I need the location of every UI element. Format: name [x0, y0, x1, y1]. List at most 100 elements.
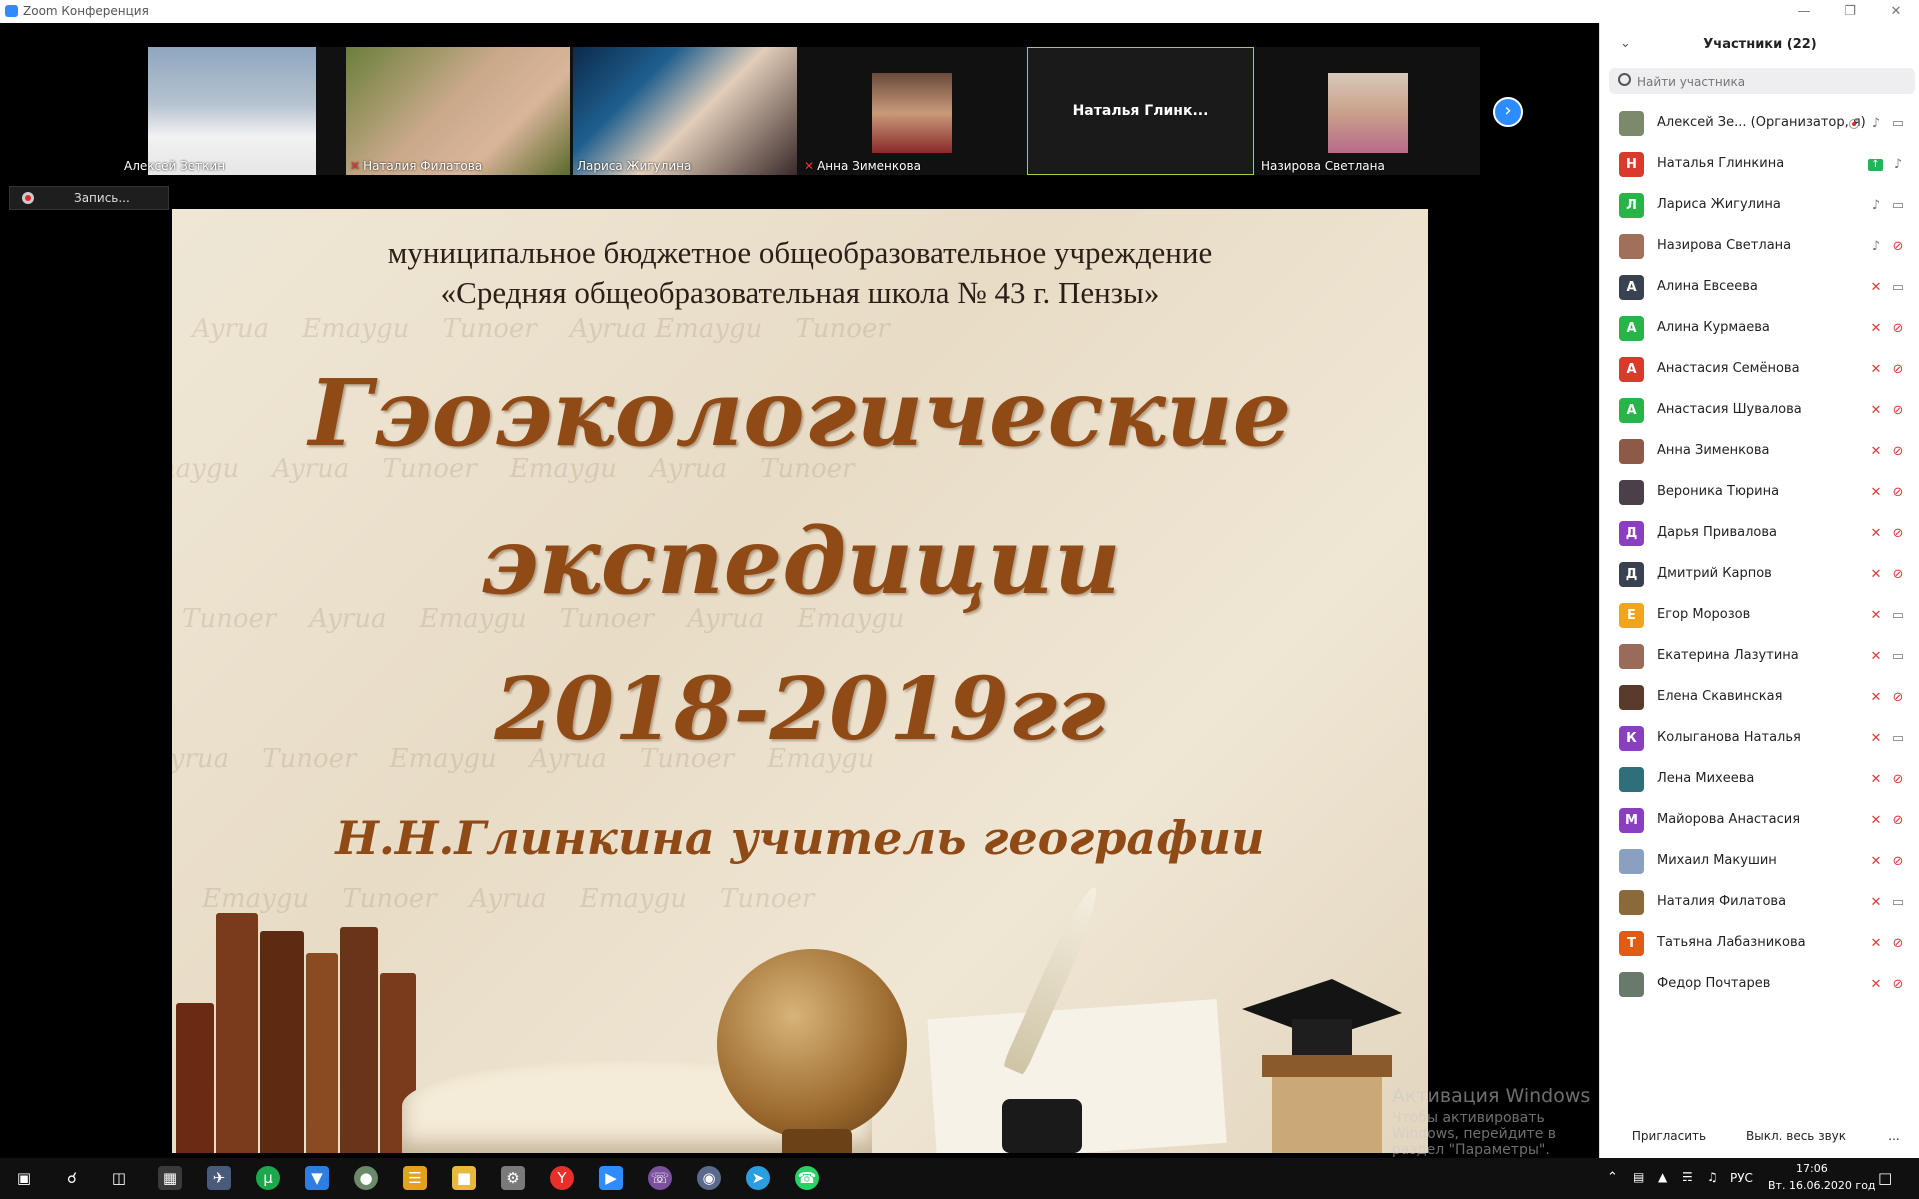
- torrent-icon[interactable]: µ: [256, 1166, 280, 1190]
- participant-row[interactable]: Наталия Филатова ✕ ▭: [1600, 882, 1919, 923]
- microphone-muted-icon[interactable]: ✕: [1868, 608, 1884, 624]
- video-camera-icon[interactable]: ▭: [1890, 649, 1906, 665]
- participant-row[interactable]: М Майорова Анастасия ✕ ⊘: [1600, 800, 1919, 841]
- microphone-icon[interactable]: ♪: [1890, 157, 1906, 173]
- layers-icon[interactable]: ☰: [403, 1166, 427, 1190]
- video-tile[interactable]: ✕ Наталия Филатова: [346, 47, 570, 175]
- telegram-icon[interactable]: ➤: [746, 1166, 770, 1190]
- app-icon[interactable]: ▼: [305, 1166, 329, 1190]
- video-tile-active-speaker[interactable]: Наталья Глинк...: [1027, 47, 1254, 175]
- participant-search-input[interactable]: [1635, 71, 1909, 92]
- video-tile[interactable]: Назирова Светлана: [1257, 47, 1480, 175]
- participant-row[interactable]: Д Дарья Привалова ✕ ⊘: [1600, 513, 1919, 554]
- video-off-icon[interactable]: ⊘: [1890, 813, 1906, 829]
- microphone-muted-icon[interactable]: ✕: [1868, 280, 1884, 296]
- participant-row[interactable]: Михаил Макушин ✕ ⊘: [1600, 841, 1919, 882]
- viber-icon[interactable]: ☏: [648, 1166, 672, 1190]
- video-off-icon[interactable]: ⊘: [1890, 239, 1906, 255]
- participant-row[interactable]: К Колыганова Наталья ✕ ▭: [1600, 718, 1919, 759]
- zoom-icon[interactable]: ▶: [599, 1166, 623, 1190]
- video-off-icon[interactable]: ⊘: [1890, 362, 1906, 378]
- whatsapp-icon[interactable]: ☎: [795, 1166, 819, 1190]
- windows-start-icon[interactable]: ▣: [12, 1166, 36, 1190]
- participant-row[interactable]: А Алина Евсеева ✕ ▭: [1600, 267, 1919, 308]
- microphone-muted-icon[interactable]: ✕: [1868, 936, 1884, 952]
- microphone-muted-icon[interactable]: ✕: [1868, 813, 1884, 829]
- video-off-icon[interactable]: ⊘: [1890, 526, 1906, 542]
- restore-button[interactable]: ❐: [1827, 2, 1873, 21]
- mute-all-button[interactable]: Выкл. весь звук: [1745, 1122, 1847, 1150]
- video-camera-icon[interactable]: ▭: [1890, 280, 1906, 296]
- microphone-muted-icon[interactable]: ✕: [1868, 444, 1884, 460]
- tray-chevron-icon[interactable]: ⌃: [1607, 1170, 1618, 1185]
- video-tile[interactable]: ✕ Анна Зименкова: [800, 47, 1024, 175]
- microphone-muted-icon[interactable]: ✕: [1868, 649, 1884, 665]
- microphone-muted-icon[interactable]: ✕: [1868, 690, 1884, 706]
- network-icon[interactable]: ▲: [1658, 1170, 1667, 1184]
- microphone-muted-icon[interactable]: ✕: [1868, 567, 1884, 583]
- microphone-icon[interactable]: ♪: [1868, 198, 1884, 214]
- invite-button[interactable]: Пригласить: [1628, 1122, 1710, 1150]
- recording-indicator[interactable]: Запись...: [9, 186, 169, 210]
- video-off-icon[interactable]: ⊘: [1890, 321, 1906, 337]
- participant-row[interactable]: Вероника Тюрина ✕ ⊘: [1600, 472, 1919, 513]
- minimize-button[interactable]: —: [1781, 2, 1827, 21]
- participant-row[interactable]: Л Лариса Жигулина ♪ ▭: [1600, 185, 1919, 226]
- video-camera-icon[interactable]: ▭: [1890, 116, 1906, 132]
- yandex-browser-icon[interactable]: Y: [550, 1166, 574, 1190]
- clock-time[interactable]: 17:06: [1796, 1162, 1828, 1175]
- microphone-muted-icon[interactable]: ✕: [1868, 854, 1884, 870]
- video-off-icon[interactable]: ⊘: [1890, 567, 1906, 583]
- participant-row[interactable]: Д Дмитрий Карпов ✕ ⊘: [1600, 554, 1919, 595]
- participant-row[interactable]: Н Наталья Глинкина ↑ ♪: [1600, 144, 1919, 185]
- app-icon[interactable]: ⚙: [501, 1166, 525, 1190]
- microphone-muted-icon[interactable]: ✕: [1868, 362, 1884, 378]
- participant-row[interactable]: Алексей Зе... (Организатор, я) ♪ ▭: [1600, 103, 1919, 144]
- video-off-icon[interactable]: ⊘: [1890, 936, 1906, 952]
- video-camera-icon[interactable]: ▭: [1890, 198, 1906, 214]
- app-icon[interactable]: ✈: [207, 1166, 231, 1190]
- video-camera-icon[interactable]: ▭: [1890, 895, 1906, 911]
- microphone-icon[interactable]: ♪: [1868, 116, 1884, 132]
- participant-row[interactable]: А Алина Курмаева ✕ ⊘: [1600, 308, 1919, 349]
- tray-app-icon[interactable]: ▤: [1633, 1170, 1644, 1184]
- notifications-icon[interactable]: □: [1878, 1169, 1892, 1187]
- video-off-icon[interactable]: ⊘: [1890, 403, 1906, 419]
- participant-row[interactable]: Назирова Светлана ♪ ⊘: [1600, 226, 1919, 267]
- participant-row[interactable]: Лена Михеева ✕ ⊘: [1600, 759, 1919, 800]
- volume-icon[interactable]: ♫: [1707, 1170, 1718, 1184]
- clock-date[interactable]: Вт. 16.06.2020 год: [1768, 1179, 1876, 1192]
- video-off-icon[interactable]: ⊘: [1890, 485, 1906, 501]
- video-camera-icon[interactable]: ▭: [1890, 731, 1906, 747]
- microphone-icon[interactable]: ♪: [1868, 239, 1884, 255]
- keyboard-language[interactable]: РУС: [1730, 1171, 1753, 1185]
- participant-row[interactable]: Федор Почтарев ✕ ⊘: [1600, 964, 1919, 1005]
- microphone-muted-icon[interactable]: ✕: [1868, 485, 1884, 501]
- microphone-muted-icon[interactable]: ✕: [1868, 403, 1884, 419]
- video-tile[interactable]: Алексей Зеткин: [120, 47, 316, 175]
- close-button[interactable]: ✕: [1873, 2, 1919, 21]
- microphone-muted-icon[interactable]: ✕: [1868, 772, 1884, 788]
- participant-row[interactable]: Т Татьяна Лабазникова ✕ ⊘: [1600, 923, 1919, 964]
- more-options-button[interactable]: ...: [1883, 1122, 1905, 1150]
- video-camera-icon[interactable]: ▭: [1890, 608, 1906, 624]
- video-off-icon[interactable]: ⊘: [1890, 690, 1906, 706]
- video-off-icon[interactable]: ⊘: [1890, 772, 1906, 788]
- video-tile[interactable]: Лариса Жигулина: [573, 47, 797, 175]
- participant-row[interactable]: А Анастасия Шувалова ✕ ⊘: [1600, 390, 1919, 431]
- next-page-button[interactable]: ›: [1493, 97, 1523, 127]
- calculator-icon[interactable]: ▦: [158, 1166, 182, 1190]
- wifi-icon[interactable]: ☴: [1682, 1170, 1693, 1184]
- microphone-muted-icon[interactable]: ✕: [1868, 731, 1884, 747]
- microphone-muted-icon[interactable]: ✕: [1868, 977, 1884, 993]
- search-icon[interactable]: ☌: [60, 1166, 84, 1190]
- microphone-muted-icon[interactable]: ✕: [1868, 321, 1884, 337]
- participant-row[interactable]: Елена Скавинская ✕ ⊘: [1600, 677, 1919, 718]
- video-off-icon[interactable]: ⊘: [1890, 444, 1906, 460]
- microphone-muted-icon[interactable]: ✕: [1868, 895, 1884, 911]
- app-icon[interactable]: ●: [354, 1166, 378, 1190]
- video-off-icon[interactable]: ⊘: [1890, 977, 1906, 993]
- microphone-muted-icon[interactable]: ✕: [1868, 526, 1884, 542]
- app-icon[interactable]: ◉: [697, 1166, 721, 1190]
- participant-row[interactable]: Анна Зименкова ✕ ⊘: [1600, 431, 1919, 472]
